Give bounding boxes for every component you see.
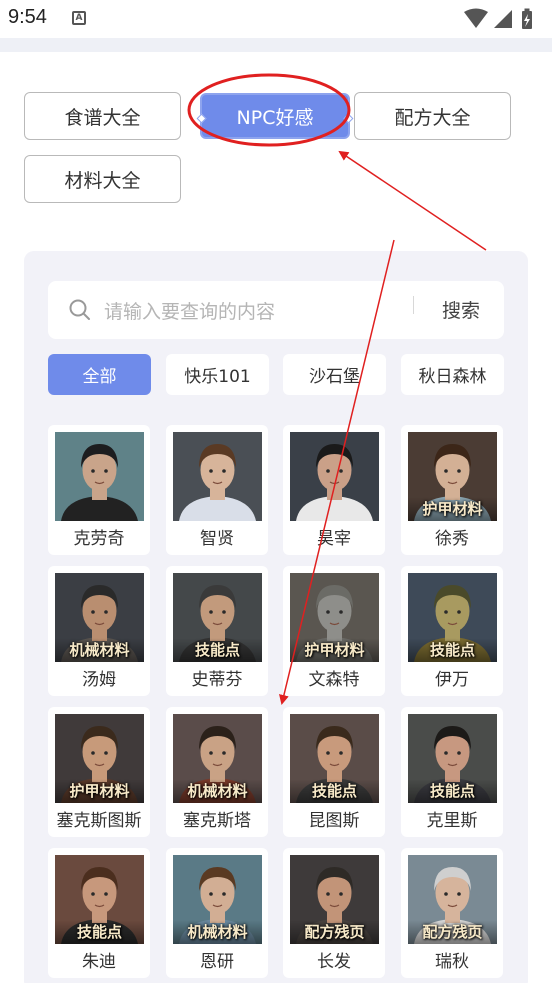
npc-reward-badge: 护甲材料 xyxy=(55,779,144,803)
npc-name: 塞克斯塔 xyxy=(183,811,251,831)
npc-portrait: 护甲材料 xyxy=(290,573,379,662)
npc-portrait: 机械材料 xyxy=(173,714,262,803)
npc-reward-badge: 护甲材料 xyxy=(290,638,379,662)
filter-happy101[interactable]: 快乐101 xyxy=(166,354,269,395)
tab-label: 配方大全 xyxy=(394,106,471,129)
filter-label: 快乐101 xyxy=(184,367,251,387)
npc-portrait xyxy=(173,432,262,521)
npc-portrait: 机械材料 xyxy=(173,855,262,944)
npc-card[interactable]: 机械材料 塞克斯塔 xyxy=(166,707,268,837)
npc-portrait: 技能点 xyxy=(290,714,379,803)
npc-portrait xyxy=(290,432,379,521)
npc-card[interactable]: 智贤 xyxy=(166,425,268,555)
npc-name: 朱迪 xyxy=(82,952,116,972)
npc-portrait: 配方残页 xyxy=(408,855,497,944)
tab-materials[interactable]: 材料大全 xyxy=(24,155,181,203)
search-icon xyxy=(69,299,90,320)
npc-card[interactable]: 护甲材料 塞克斯图斯 xyxy=(48,707,150,837)
tab-recipes[interactable]: 食谱大全 xyxy=(24,92,181,140)
npc-portrait: 护甲材料 xyxy=(408,432,497,521)
filter-label: 全部 xyxy=(82,367,117,387)
notification-icon: A xyxy=(72,11,86,25)
search-bar: 请输入要查询的内容 搜索 xyxy=(48,281,504,339)
npc-name: 克里斯 xyxy=(426,811,478,831)
tab-label: 食谱大全 xyxy=(64,106,141,129)
npc-name: 昊宰 xyxy=(317,529,351,549)
tab-formulas[interactable]: 配方大全 xyxy=(354,92,511,140)
npc-card[interactable]: 克劳奇 xyxy=(48,425,150,555)
status-icons xyxy=(464,8,532,29)
npc-name: 克劳奇 xyxy=(73,529,125,549)
search-divider xyxy=(413,296,414,314)
npc-card[interactable]: 技能点 朱迪 xyxy=(48,848,150,978)
npc-reward-badge: 配方残页 xyxy=(290,920,379,944)
filter-label: 秋日森林 xyxy=(418,367,487,387)
status-bar: 9:54 A xyxy=(0,0,552,38)
npc-name: 伊万 xyxy=(435,670,469,690)
filter-sandstone-fort[interactable]: 沙石堡 xyxy=(283,354,386,395)
npc-portrait: 技能点 xyxy=(408,714,497,803)
npc-portrait: 机械材料 xyxy=(55,573,144,662)
npc-name: 智贤 xyxy=(200,529,234,549)
npc-reward-badge: 机械材料 xyxy=(173,779,262,803)
npc-reward-badge: 技能点 xyxy=(408,638,497,662)
npc-reward-badge: 机械材料 xyxy=(173,920,262,944)
npc-card[interactable]: 技能点 伊万 xyxy=(401,566,503,696)
search-input[interactable]: 请输入要查询的内容 xyxy=(104,297,275,324)
filter-all[interactable]: 全部 xyxy=(48,354,151,395)
npc-card[interactable]: 护甲材料 徐秀 xyxy=(401,425,503,555)
npc-reward-badge: 护甲材料 xyxy=(408,497,497,521)
tab-label: NPC好感 xyxy=(236,106,314,129)
npc-card[interactable]: 配方残页 瑞秋 xyxy=(401,848,503,978)
npc-card[interactable]: 昊宰 xyxy=(283,425,385,555)
npc-card[interactable]: 机械材料 恩研 xyxy=(166,848,268,978)
npc-card[interactable]: 技能点 昆图斯 xyxy=(283,707,385,837)
npc-name: 徐秀 xyxy=(435,529,469,549)
npc-name: 长发 xyxy=(317,952,351,972)
wifi-icon xyxy=(464,8,488,28)
status-time: 9:54 xyxy=(8,6,47,28)
npc-portrait: 技能点 xyxy=(408,573,497,662)
search-button[interactable]: 搜索 xyxy=(442,296,480,323)
npc-name: 塞克斯图斯 xyxy=(56,811,142,831)
npc-portrait xyxy=(55,432,144,521)
npc-reward-badge: 技能点 xyxy=(55,920,144,944)
header-divider xyxy=(0,38,552,52)
npc-name: 瑞秋 xyxy=(435,952,469,972)
npc-reward-badge: 技能点 xyxy=(408,779,497,803)
annotation-arrow-upper xyxy=(338,150,487,251)
npc-name: 史蒂芬 xyxy=(191,670,243,690)
npc-name: 恩研 xyxy=(200,952,234,972)
tab-npc-favor[interactable]: NPC好感 xyxy=(200,93,350,139)
npc-card[interactable]: 配方残页 长发 xyxy=(283,848,385,978)
npc-portrait: 技能点 xyxy=(55,855,144,944)
npc-reward-badge: 机械材料 xyxy=(55,638,144,662)
npc-card[interactable]: 机械材料 汤姆 xyxy=(48,566,150,696)
npc-reward-badge: 技能点 xyxy=(290,779,379,803)
filter-autumn-forest[interactable]: 秋日森林 xyxy=(401,354,504,395)
npc-portrait: 护甲材料 xyxy=(55,714,144,803)
npc-card[interactable]: 技能点 克里斯 xyxy=(401,707,503,837)
filter-label: 沙石堡 xyxy=(309,367,360,387)
npc-name: 汤姆 xyxy=(82,670,116,690)
npc-reward-badge: 技能点 xyxy=(173,638,262,662)
npc-card[interactable]: 技能点 史蒂芬 xyxy=(166,566,268,696)
npc-name: 昆图斯 xyxy=(308,811,360,831)
signal-icon xyxy=(494,10,512,28)
npc-portrait: 技能点 xyxy=(173,573,262,662)
npc-portrait: 配方残页 xyxy=(290,855,379,944)
npc-name: 文森特 xyxy=(308,670,360,690)
npc-reward-badge: 配方残页 xyxy=(408,920,497,944)
npc-card[interactable]: 护甲材料 文森特 xyxy=(283,566,385,696)
tab-label: 材料大全 xyxy=(64,169,141,192)
